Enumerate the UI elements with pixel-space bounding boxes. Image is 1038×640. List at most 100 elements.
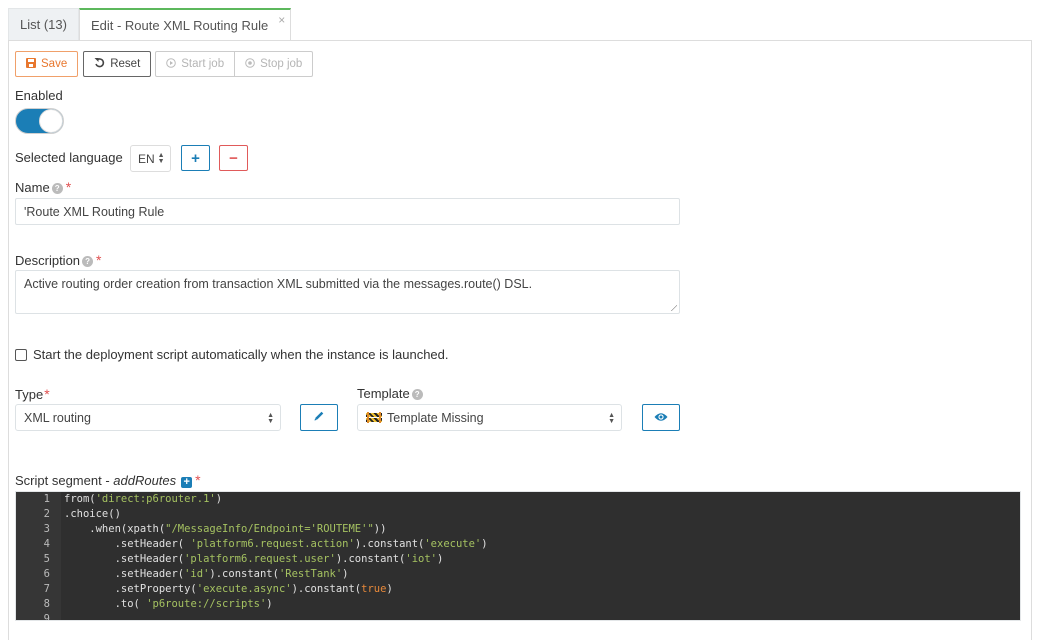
code-token: .when(xpath(	[64, 523, 166, 535]
code-token: .setHeader(	[64, 553, 185, 565]
code-string: 'RestTank'	[278, 568, 343, 580]
plus-icon: +	[191, 149, 200, 167]
help-icon[interactable]: ?	[411, 389, 423, 400]
remove-language-button[interactable]: −	[219, 145, 248, 171]
script-label-row: Script segment - addRoutes + *	[15, 472, 201, 488]
script-label-name: addRoutes	[113, 473, 177, 488]
code-string: 'id'	[184, 568, 210, 580]
line-number: 4	[43, 538, 50, 550]
code-token: ).constant(	[209, 568, 279, 580]
code-string: 'platform6.request.user'	[184, 553, 336, 565]
selected-language-label: Selected language	[15, 150, 123, 165]
reset-label: Reset	[110, 58, 141, 70]
name-value: 'Route XML Routing Rule	[24, 204, 165, 219]
description-label: Description	[15, 253, 81, 268]
required-icon: *	[195, 472, 201, 488]
select-arrows-icon: ▲ ▼	[608, 412, 615, 425]
name-label: Name	[15, 180, 50, 195]
line-number: 8	[43, 598, 50, 610]
line-number: 3	[43, 523, 50, 535]
code-token: )	[481, 538, 488, 550]
resize-handle-icon[interactable]	[670, 304, 677, 311]
code-token: from(	[64, 493, 96, 505]
code-line: 4 .setHeader( 'platform6.request.action'…	[16, 537, 488, 552]
script-label-prefix: Script segment -	[15, 473, 114, 488]
code-token: )	[386, 583, 393, 595]
line-number: 1	[43, 493, 50, 505]
description-textarea[interactable]: Active routing order creation from trans…	[15, 270, 680, 314]
type-label-row: Type*	[15, 386, 50, 402]
template-select[interactable]: Template Missing ▲ ▼	[357, 404, 622, 431]
enabled-label: Enabled	[15, 88, 63, 103]
add-language-button[interactable]: +	[181, 145, 210, 171]
start-job-button[interactable]: Start job	[155, 51, 236, 77]
tab-edit[interactable]: Edit - Route XML Routing Rule ×	[78, 8, 292, 41]
reset-button[interactable]: Reset	[83, 51, 152, 77]
line-number: 2	[43, 508, 50, 520]
help-icon[interactable]: ?	[82, 256, 94, 267]
tab-list-label: List (13)	[20, 17, 67, 32]
stop-circle-icon	[245, 57, 255, 71]
enabled-toggle[interactable]	[15, 108, 64, 134]
play-circle-icon	[166, 57, 177, 71]
code-token: ).constant(	[291, 583, 362, 595]
code-text: from('direct:p6router.1')	[64, 492, 222, 507]
code-token: )	[342, 568, 349, 580]
template-label-row: Template?	[357, 386, 423, 401]
select-arrows-icon: ▲ ▼	[157, 151, 165, 165]
line-number: 6	[43, 568, 50, 580]
stop-job-button[interactable]: Stop job	[235, 51, 314, 77]
code-line: 2 .choice()	[16, 507, 121, 522]
name-input[interactable]: 'Route XML Routing Rule	[15, 198, 680, 225]
tab-list[interactable]: List (13)	[8, 8, 79, 40]
code-text: .when(xpath("/MessageInfo/Endpoint='ROUT…	[64, 522, 386, 537]
code-string: 'execute.async'	[196, 583, 292, 595]
help-icon[interactable]: ?	[51, 183, 63, 194]
job-button-group: Start job Stop job	[155, 51, 314, 77]
code-text: .setProperty('execute.async').constant(t…	[64, 582, 393, 597]
code-text: .setHeader( 'platform6.request.action').…	[64, 537, 488, 552]
code-token: .setHeader(	[64, 568, 185, 580]
code-string: 'direct:p6router.1'	[95, 493, 216, 505]
save-button[interactable]: Save	[15, 51, 79, 77]
floppy-disk-icon	[26, 57, 36, 71]
edit-type-button[interactable]	[300, 404, 338, 431]
type-value: XML routing	[24, 410, 91, 425]
code-line: 3 .when(xpath("/MessageInfo/Endpoint='RO…	[16, 522, 387, 537]
close-tab-icon[interactable]: ×	[278, 13, 285, 27]
pencil-icon	[313, 410, 325, 425]
description-value: Active routing order creation from trans…	[24, 277, 533, 291]
code-string: 'execute'	[424, 538, 482, 550]
code-string: 'iot'	[405, 553, 437, 565]
preview-template-button[interactable]	[642, 404, 680, 431]
autostart-checkbox[interactable]	[15, 348, 27, 361]
add-segment-icon[interactable]: +	[181, 477, 193, 488]
construction-barrier-icon	[366, 412, 382, 423]
tab-bar: List (13) Edit - Route XML Routing Rule …	[8, 8, 292, 41]
required-icon: *	[44, 386, 50, 402]
required-icon: *	[96, 252, 102, 268]
language-select[interactable]: EN ▲ ▼	[130, 145, 171, 172]
code-string: 'p6route://scripts'	[146, 598, 267, 610]
autostart-row: Start the deployment script automaticall…	[15, 347, 449, 362]
code-text: .to( 'p6route://scripts')	[64, 597, 273, 612]
code-token: )	[436, 553, 444, 565]
code-line: 1 from('direct:p6router.1')	[16, 492, 222, 507]
code-token: ))	[373, 523, 387, 535]
code-text: .setHeader('platform6.request.user').con…	[64, 552, 444, 567]
select-arrows-icon: ▲ ▼	[267, 412, 274, 425]
code-line: 7 .setProperty('execute.async').constant…	[16, 582, 393, 597]
undo-icon	[94, 57, 105, 71]
type-select[interactable]: XML routing ▲ ▼	[15, 404, 281, 431]
code-string: "/MessageInfo/Endpoint='ROUTEME'"	[165, 523, 374, 535]
line-number: 5	[43, 553, 50, 565]
code-token: .to(	[64, 598, 147, 610]
line-number: 7	[43, 583, 50, 595]
type-label: Type	[15, 387, 44, 402]
code-editor[interactable]: 1 from('direct:p6router.1') 2 .choice() 3 .w…	[15, 491, 1021, 621]
tab-edit-label: Edit - Route XML Routing Rule	[90, 18, 269, 33]
code-keyword: true	[361, 583, 387, 595]
code-token: .setProperty(	[64, 583, 197, 595]
code-line: 5 .setHeader('platform6.request.user').c…	[16, 552, 444, 567]
stop-job-label: Stop job	[260, 58, 303, 70]
